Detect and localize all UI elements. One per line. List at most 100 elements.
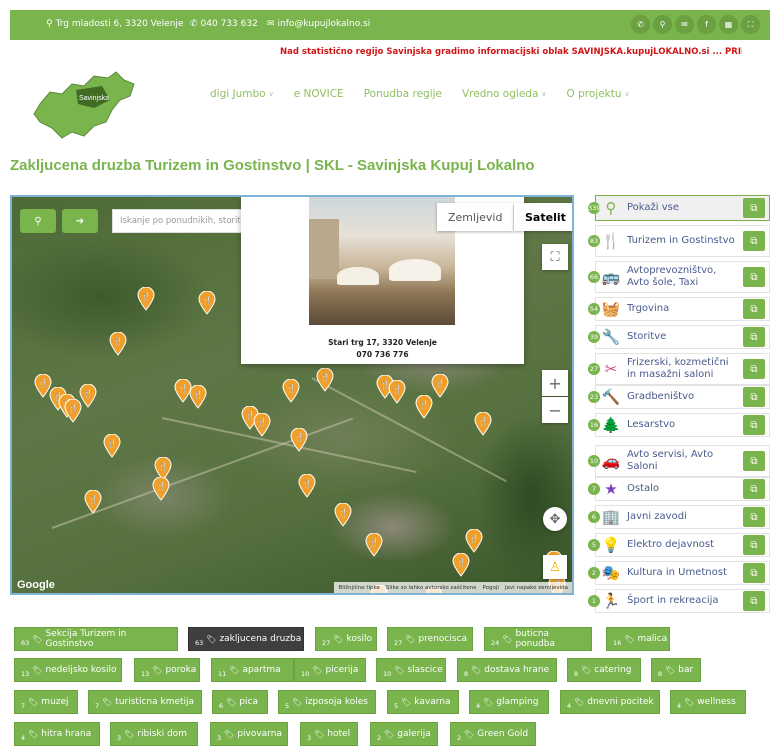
map-marker-pin[interactable]: 🍴 <box>431 374 449 398</box>
tag-button[interactable]: 16 🏷 malica <box>606 627 670 651</box>
category-item[interactable]: 39 🔧 Storitve ⧉ <box>588 325 770 349</box>
tag-button[interactable]: 10 🏷 picerija <box>294 658 366 682</box>
category-item[interactable]: 16 🌲 Lesarstvo ⧉ <box>588 413 770 437</box>
external-link-icon[interactable]: ⧉ <box>743 387 765 407</box>
map-marker-pin[interactable]: 🍴 <box>388 380 406 404</box>
zoom-out-button[interactable]: − <box>542 397 568 423</box>
external-link-icon[interactable]: ⧉ <box>743 415 765 435</box>
tag-button[interactable]: 2 🏷 galerija <box>370 722 438 746</box>
tag-button[interactable]: 4 🏷 hitra hrana <box>14 722 100 746</box>
qr-code-icon[interactable]: ▦ <box>719 15 738 34</box>
tag-button[interactable]: 27 🏷 prenocisca <box>387 627 473 651</box>
map-marker-icon[interactable]: ⚲ <box>653 15 672 34</box>
external-link-icon[interactable]: ⧉ <box>743 198 765 218</box>
tag-button[interactable]: 6 🏷 pica <box>212 690 268 714</box>
tag-button[interactable]: 3 🏷 hotel <box>300 722 358 746</box>
external-link-icon[interactable]: ⧉ <box>743 535 765 555</box>
map-marker-pin[interactable]: 🍴 <box>290 428 308 452</box>
category-item[interactable]: 1 🏃 Šport in rekreacija ⧉ <box>588 589 770 613</box>
locate-button[interactable]: ⚲ <box>20 209 56 233</box>
external-link-icon[interactable]: ⧉ <box>743 563 765 583</box>
map-marker-pin[interactable]: 🍴 <box>103 434 121 458</box>
map-marker-pin[interactable]: 🍴 <box>365 533 383 557</box>
map-marker-pin[interactable]: 🍴 <box>137 287 155 311</box>
tag-button[interactable]: 63 🏷 zakljucena druzba <box>188 627 304 651</box>
map-marker-pin[interactable]: 🍴 <box>316 368 334 392</box>
category-item[interactable]: 23 🔨 Gradbeništvo ⧉ <box>588 385 770 409</box>
tag-button[interactable]: 27 🏷 kosilo <box>315 627 377 651</box>
nav-digi-jumbo[interactable]: digi Jumbo ∨ <box>200 88 284 100</box>
category-item[interactable]: 6 🏢 Javni zavodi ⧉ <box>588 505 770 529</box>
sitemap-icon[interactable]: ⛶ <box>741 15 760 34</box>
map-marker-pin[interactable]: 🍴 <box>465 529 483 553</box>
street-view-pegman[interactable]: ♙ <box>543 555 567 579</box>
external-link-icon[interactable]: ⧉ <box>743 231 765 251</box>
tag-button[interactable]: 11 🏷 apartma <box>211 658 294 682</box>
fullscreen-button[interactable]: ⛶ <box>542 244 568 270</box>
phone-contact[interactable]: ✆ 040 733 632 <box>190 19 258 29</box>
tag-button[interactable]: 4 🏷 glamping <box>469 690 549 714</box>
popup-phone[interactable]: 070 736 776 <box>241 350 524 359</box>
external-link-icon[interactable]: ⧉ <box>743 267 765 287</box>
facebook-icon[interactable]: f <box>697 15 716 34</box>
tag-button[interactable]: 13 🏷 nedeljsko kosilo <box>14 658 122 682</box>
tag-button[interactable]: 63 🏷 Sekcija Turizem in Gostinstvo <box>14 627 178 651</box>
nav-o-projektu[interactable]: O projektu ∨ <box>557 88 640 100</box>
nav-vredno-ogleda[interactable]: Vredno ogleda ∨ <box>452 88 557 100</box>
external-link-icon[interactable]: ⧉ <box>743 299 765 319</box>
category-item[interactable]: 66 🚌 Avtoprevozništvo, Avto šole, Taxi ⧉ <box>588 261 770 293</box>
category-item[interactable]: 27 ✂ Frizerski, kozmetični in masažni salo… <box>588 353 770 385</box>
map-view[interactable]: 🍴🍴🍴🍴🍴🍴🍴🍴🍴🍴🍴🍴🍴🍴🍴🍴🍴🍴🍴🍴🍴🍴🍴🍴🍴🍴🍴🍴🍴🍴🍴🍴🍴🍴🍴 ⚲ ➔ … <box>10 195 574 595</box>
tag-button[interactable]: 13 🏷 poroka <box>134 658 200 682</box>
tag-button[interactable]: 7 🏷 turisticna kmetija <box>88 690 202 714</box>
phone-icon[interactable]: ✆ <box>631 15 650 34</box>
news-ticker[interactable]: Nad statistično regijo Savinjska gradimo… <box>280 47 742 57</box>
tag-button[interactable]: 3 🏷 pivovarna <box>210 722 288 746</box>
map-marker-pin[interactable]: 🍴 <box>298 474 316 498</box>
map-marker-pin[interactable]: 🍴 <box>282 379 300 403</box>
external-link-icon[interactable]: ⧉ <box>743 359 765 379</box>
map-marker-pin[interactable]: 🍴 <box>109 332 127 356</box>
map-marker-pin[interactable]: 🍴 <box>253 413 271 437</box>
external-link-icon[interactable]: ⧉ <box>743 479 765 499</box>
category-item[interactable]: 2 🎭 Kultura in Umetnost ⧉ <box>588 561 770 585</box>
camera-control[interactable]: ✥ <box>543 507 567 531</box>
map-marker-pin[interactable]: 🍴 <box>334 503 352 527</box>
map-marker-pin[interactable]: 🍴 <box>152 477 170 501</box>
tag-button[interactable]: 2 🏷 Green Gold <box>450 722 536 746</box>
map-marker-pin[interactable]: 🍴 <box>415 395 433 419</box>
category-item[interactable]: 339 ⚲ Pokaži vse ⧉ <box>588 195 770 221</box>
directions-button[interactable]: ➔ <box>62 209 98 233</box>
tag-button[interactable]: 7 🏷 muzej <box>14 690 78 714</box>
map-type-satellite-button[interactable]: Satelit <box>514 203 572 231</box>
tag-button[interactable]: 24 🏷 buticna ponudba <box>484 627 592 651</box>
map-marker-pin[interactable]: 🍴 <box>198 291 216 315</box>
tag-button[interactable]: 5 🏷 kavarna <box>387 690 459 714</box>
tag-button[interactable]: 10 🏷 slascice <box>376 658 446 682</box>
category-item[interactable]: 10 🚗 Avto servisi, Avto Saloni ⧉ <box>588 445 770 477</box>
map-marker-pin[interactable]: 🍴 <box>64 399 82 423</box>
nav-e-novice[interactable]: e NOVICE <box>284 88 354 100</box>
tag-button[interactable]: 8 🏷 catering <box>567 658 641 682</box>
category-item[interactable]: 7 ★ Ostalo ⧉ <box>588 477 770 501</box>
tag-button[interactable]: 3 🏷 ribiski dom <box>110 722 198 746</box>
external-link-icon[interactable]: ⧉ <box>743 507 765 527</box>
envelope-icon[interactable]: ✉ <box>675 15 694 34</box>
map-marker-pin[interactable]: 🍴 <box>189 385 207 409</box>
map-marker-pin[interactable]: 🍴 <box>84 490 102 514</box>
external-link-icon[interactable]: ⧉ <box>743 451 765 471</box>
category-item[interactable]: 83 🍴 Turizem in Gostinstvo ⧉ <box>588 225 770 257</box>
tag-button[interactable]: 4 🏷 wellness <box>670 690 746 714</box>
tag-button[interactable]: 5 🏷 izposoja koles <box>278 690 376 714</box>
map-type-map-button[interactable]: Zemljevid <box>437 203 514 231</box>
tag-button[interactable]: 8 🏷 bar <box>651 658 701 682</box>
map-marker-pin[interactable]: 🍴 <box>452 553 470 577</box>
map-marker-pin[interactable]: 🍴 <box>474 412 492 436</box>
zoom-in-button[interactable]: + <box>542 370 568 396</box>
external-link-icon[interactable]: ⧉ <box>743 327 765 347</box>
email-contact[interactable]: ✉ info@kupujlokalno.si <box>267 19 370 29</box>
site-logo[interactable]: Savinjska <box>32 70 136 140</box>
nav-ponudba-regije[interactable]: Ponudba regije <box>354 88 452 100</box>
category-item[interactable]: 54 🧺 Trgovina ⧉ <box>588 297 770 321</box>
tag-button[interactable]: 8 🏷 dostava hrane <box>457 658 557 682</box>
